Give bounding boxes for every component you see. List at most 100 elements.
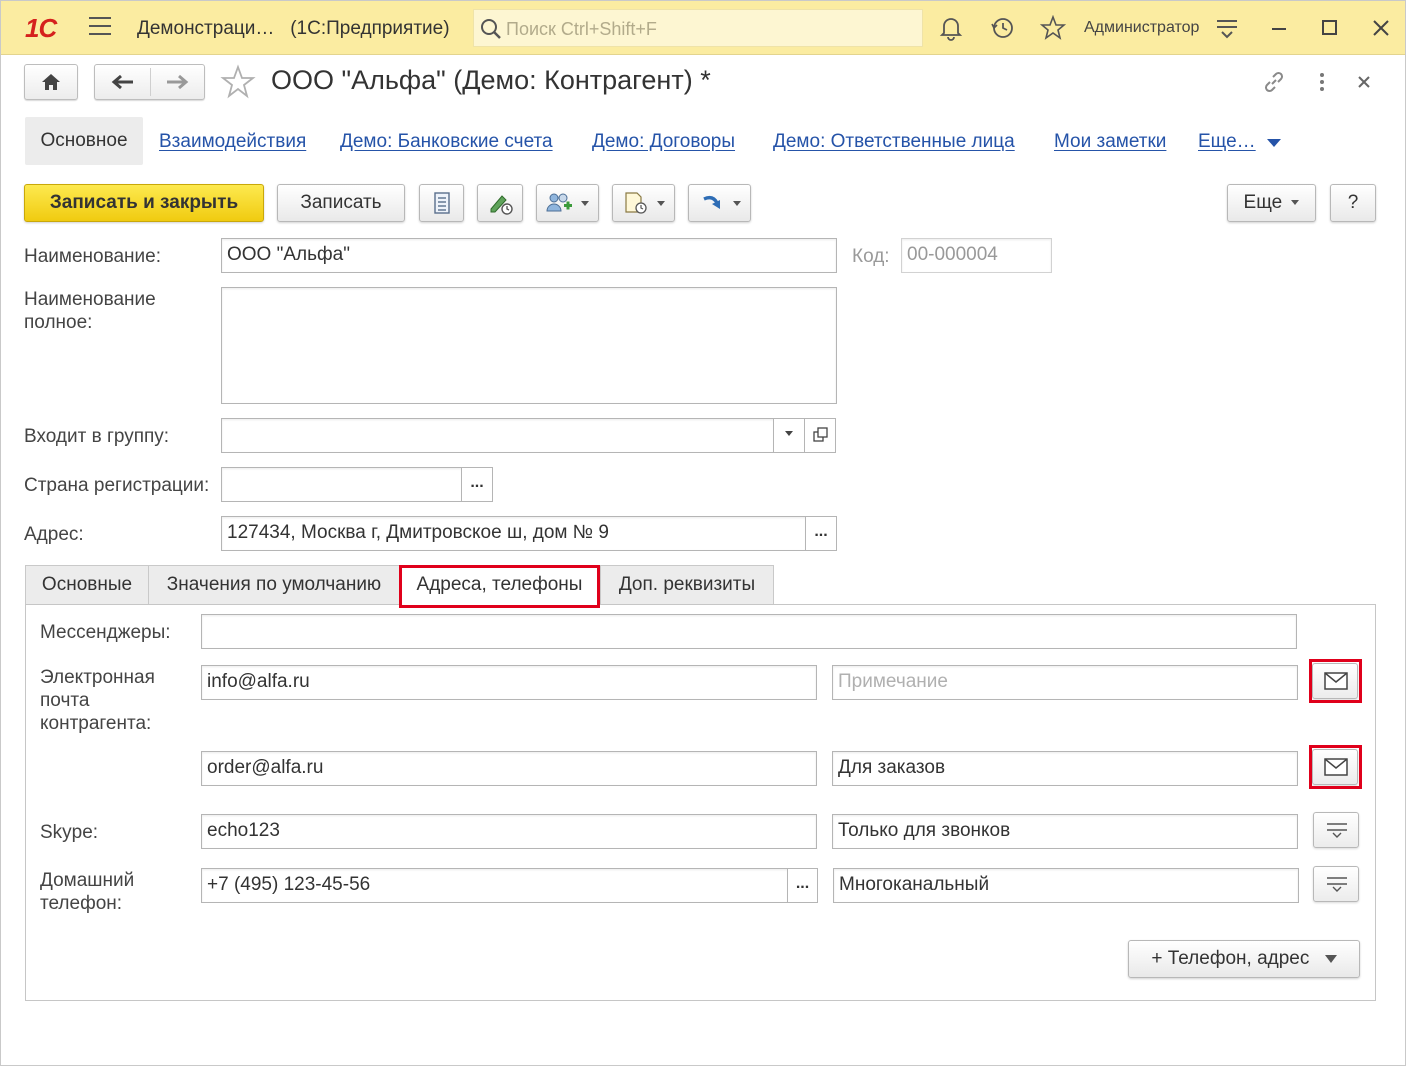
close-icon[interactable] [1368, 15, 1394, 41]
favorite-star-icon[interactable] [220, 64, 256, 100]
tab-contracts[interactable]: Демо: Договоры [592, 131, 735, 153]
document-list-icon [434, 192, 450, 214]
skype-note-field[interactable]: Только для звонков [832, 814, 1298, 849]
document-clock-icon [625, 192, 647, 214]
more-actions-label: Еще [1243, 192, 1283, 213]
skype-field[interactable]: echo123 [201, 814, 817, 849]
tab-my-notes[interactable]: Мои заметки [1054, 131, 1166, 153]
phone-label: Домашний телефон: [40, 869, 134, 915]
save-and-close-button[interactable]: Записать и закрыть [24, 184, 264, 222]
tab-responsible-persons[interactable]: Демо: Ответственные лица [773, 131, 1015, 153]
home-button[interactable] [24, 64, 78, 100]
tab-interactions[interactable]: Взаимодействия [159, 131, 306, 153]
more-vertical-icon[interactable] [1309, 69, 1335, 95]
highlight-frame [1309, 745, 1362, 789]
bell-icon[interactable] [938, 15, 964, 41]
actions-menu-icon [1327, 823, 1347, 838]
messengers-field[interactable] [201, 614, 1297, 649]
home-icon [42, 74, 60, 90]
fullname-label-line1: Наименование [24, 289, 156, 310]
open-window-icon [812, 427, 828, 442]
group-open-button[interactable] [804, 418, 836, 453]
actions-menu-icon [1327, 877, 1347, 892]
code-field: 00-000004 [901, 238, 1052, 273]
more-actions-button[interactable]: Еще [1227, 184, 1316, 222]
search-input[interactable]: Поиск Ctrl+Shift+F [473, 9, 923, 47]
country-label: Страна регистрации: [24, 475, 210, 496]
name-field[interactable]: ООО "Альфа" [221, 238, 837, 273]
chevron-down-icon [733, 201, 741, 206]
settings-menu-icon[interactable] [1214, 15, 1240, 41]
code-label: Код: [852, 246, 890, 267]
name-label: Наименование: [24, 246, 161, 267]
group-field[interactable] [221, 418, 775, 453]
group-dropdown-button[interactable] [773, 418, 805, 453]
email-label-line2: почта [40, 690, 90, 711]
tab-main[interactable]: Основное [25, 117, 143, 165]
app-logo: 1С [25, 13, 57, 43]
print-dropdown-button[interactable] [612, 184, 675, 222]
tab-bank-accounts[interactable]: Демо: Банковские счета [340, 131, 553, 153]
fullname-textarea[interactable] [221, 287, 837, 404]
address-select-button[interactable]: ... [805, 516, 837, 551]
chevron-down-icon [581, 201, 589, 206]
user-name[interactable]: Администратор [1084, 19, 1199, 37]
back-arrow-icon[interactable] [111, 74, 135, 90]
forward-arrow-icon[interactable] [165, 74, 189, 90]
email-field-1[interactable]: info@alfa.ru [201, 665, 817, 700]
search-placeholder: Поиск Ctrl+Shift+F [506, 19, 657, 39]
search-icon [481, 19, 501, 39]
address-field[interactable]: 127434, Москва г, Дмитровское ш, дом № 9 [221, 516, 807, 551]
skype-actions-button[interactable] [1313, 812, 1359, 848]
tab-more-label: Еще… [1198, 131, 1256, 152]
email-label: Электронная почта контрагента: [40, 666, 155, 735]
chevron-down-icon [1324, 954, 1337, 963]
users-dropdown-button[interactable] [536, 184, 599, 222]
tab-more[interactable]: Еще… [1198, 131, 1256, 153]
country-select-button[interactable]: ... [461, 467, 493, 502]
phone-actions-button[interactable] [1313, 866, 1359, 902]
go-to-dropdown-button[interactable] [688, 184, 751, 222]
email-field-2[interactable]: order@alfa.ru [201, 751, 817, 786]
save-button[interactable]: Записать [277, 184, 405, 222]
pencil-clock-icon [490, 195, 513, 215]
email-note-field-2[interactable]: Для заказов [832, 751, 1298, 786]
menu-icon[interactable] [89, 17, 111, 37]
link-icon[interactable] [1261, 69, 1287, 95]
tab-more-arrow-icon[interactable] [1267, 139, 1281, 147]
email-note-field-1[interactable]: Примечание [832, 665, 1298, 700]
address-label: Адрес: [24, 524, 84, 545]
nav-buttons [94, 64, 205, 100]
title-bar: 1С Демонстраци… (1С:Предприятие) Поиск C… [1, 1, 1405, 55]
maximize-icon[interactable] [1317, 15, 1343, 41]
star-icon[interactable] [1040, 15, 1066, 41]
tab-addresses-phones[interactable]: Адреса, телефоны [399, 565, 600, 608]
messengers-label: Мессенджеры: [40, 622, 171, 643]
curved-arrow-icon [703, 195, 720, 209]
form-title: ООО "Альфа" (Демо: Контрагент) * [271, 65, 711, 95]
help-button[interactable]: ? [1330, 184, 1376, 222]
add-phone-address-button[interactable]: + Телефон, адрес [1128, 940, 1360, 978]
app-title: Демонстраци… (1С:Предприятие) [137, 18, 450, 39]
tab-defaults[interactable]: Значения по умолчанию [148, 565, 400, 605]
fullname-label-line2: полное: [24, 312, 93, 333]
email-note-placeholder: Примечание [838, 671, 948, 692]
report-button[interactable] [419, 184, 464, 222]
chevron-down-icon [785, 431, 793, 437]
tab-basic[interactable]: Основные [25, 565, 149, 605]
phone-label-line2: телефон: [40, 893, 123, 914]
country-field[interactable] [221, 467, 463, 502]
highlight-frame [1309, 659, 1362, 703]
skype-label: Skype: [40, 822, 99, 843]
phone-field[interactable]: +7 (495) 123-45-56 [201, 868, 789, 903]
phone-select-button[interactable]: ... [787, 868, 818, 903]
phone-note-field[interactable]: Многоканальный [833, 868, 1299, 903]
history-icon[interactable] [990, 15, 1016, 41]
tab-extra-attributes[interactable]: Доп. реквизиты [600, 565, 774, 605]
edit-history-button[interactable] [477, 184, 523, 222]
phone-label-line1: Домашний [40, 870, 135, 891]
add-users-icon [546, 193, 572, 212]
chevron-down-icon [657, 201, 665, 206]
minimize-icon[interactable] [1266, 15, 1292, 41]
close-form-icon[interactable] [1351, 69, 1377, 95]
